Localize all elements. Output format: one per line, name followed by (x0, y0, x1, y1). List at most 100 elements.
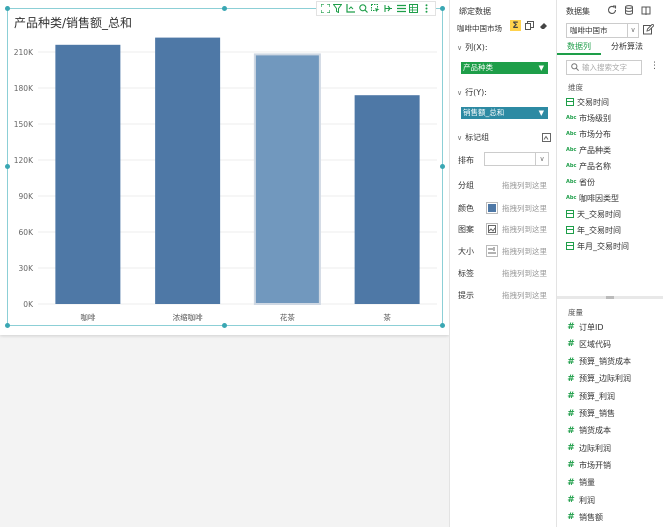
splitter-grip-icon[interactable] (606, 296, 614, 299)
x-tick-label: 浓缩咖啡 (173, 312, 203, 322)
measure-item[interactable]: # 市场开销 (566, 458, 611, 472)
binding-dataset-name: 咖啡中国市场 (457, 24, 502, 33)
pattern-icon[interactable] (486, 223, 498, 235)
mark-row[interactable]: 分组 拖拽列到这里 (458, 178, 550, 192)
number-type-icon: # (567, 391, 575, 402)
mark-drop-zone[interactable]: 拖拽列到这里 (502, 290, 547, 301)
rows-field-pill[interactable]: 销售额_总和 ▼ (461, 107, 548, 119)
measure-label: 预算_边际利润 (579, 374, 631, 384)
y-tick-label: 180K (14, 84, 34, 93)
columns-field-pill[interactable]: 产品种类 ▼ (461, 62, 548, 74)
measure-label: 预算_销售 (579, 409, 615, 418)
measure-item[interactable]: # 预算_利润 (566, 389, 615, 403)
copy-icon[interactable] (524, 20, 535, 31)
caret-down-icon: ▼ (538, 109, 544, 117)
measure-item[interactable]: # 边际利润 (566, 441, 611, 455)
number-type-icon: # (567, 322, 575, 332)
bar-2[interactable] (253, 53, 321, 306)
mark-row[interactable]: 标签 拖拽列到这里 (458, 266, 550, 280)
binding-icons: Σ (510, 20, 549, 31)
mark-row[interactable]: 图案 拖拽列到这里 (458, 222, 550, 236)
bar-0[interactable] (55, 44, 121, 305)
mark-label: 提示 (458, 290, 474, 300)
measure-label: 销货成本 (579, 426, 611, 436)
dimension-item[interactable]: Abc 产品种类 (566, 143, 611, 157)
measure-label: 市场开销 (579, 460, 611, 470)
color-swatch-icon[interactable] (486, 202, 498, 214)
number-type-icon: # (567, 373, 575, 384)
columns-section[interactable]: ∨ 列(X): (457, 42, 488, 53)
number-type-icon: # (567, 356, 575, 367)
tab-data-columns[interactable]: 数据列 (557, 41, 601, 55)
columns-field-label: 产品种类 (463, 63, 493, 72)
dimension-item[interactable]: 年月_交易时间 (566, 239, 629, 253)
mark-row[interactable]: 大小 拖拽列到这里 (458, 244, 550, 258)
bar-3[interactable] (354, 95, 420, 304)
book-icon[interactable] (640, 4, 651, 15)
dimension-item[interactable]: 年_交易时间 (566, 223, 621, 237)
bar-1[interactable] (155, 37, 221, 304)
chevron-down-icon: ∨ (457, 43, 463, 52)
search-input[interactable] (582, 63, 642, 72)
mark-drop-zone[interactable]: 拖拽列到这里 (502, 224, 547, 235)
measure-item[interactable]: # 利润 (566, 493, 595, 507)
number-type-icon: # (567, 339, 575, 350)
y-tick-label: 120K (14, 156, 34, 165)
binding-panel-title: 绑定数据 (459, 7, 491, 16)
chart-panel: 产品种类/销售额_总和 0K 30K 60K 90K 120K 150K 180K 210K 咖… (0, 0, 449, 335)
dimension-item[interactable]: Abc 产品名称 (566, 159, 611, 173)
text-type-icon: Abc (566, 115, 577, 121)
measure-item[interactable]: # 预算_边际利润 (566, 372, 631, 386)
dimension-label: 省份 (579, 177, 595, 187)
mark-row[interactable]: 颜色 拖拽列到这里 (458, 201, 550, 215)
x-tick-label: 茶 (383, 312, 391, 322)
marks-section[interactable]: ∨ 标记组 (457, 132, 489, 143)
dimension-item[interactable]: Abc 市场分布 (566, 127, 611, 141)
measure-item[interactable]: # 订单ID (566, 320, 604, 334)
sigma-icon[interactable]: Σ (510, 20, 521, 31)
tab-analysis-algorithms[interactable]: 分析算法 (601, 41, 653, 55)
measure-item[interactable]: # 预算_销售 (566, 407, 615, 421)
text-type-icon: Abc (566, 131, 577, 137)
text-type-icon: Abc (566, 195, 577, 201)
calendar-icon (566, 98, 574, 106)
mark-drop-zone[interactable]: 拖拽列到这里 (502, 246, 547, 257)
mark-label: 分组 (458, 180, 474, 190)
dataset-panel-title: 数据集 (566, 7, 590, 16)
eraser-icon[interactable] (538, 20, 549, 31)
y-tick-label: 90K (19, 192, 35, 201)
layout-row: 排布 (458, 155, 474, 166)
dimension-item[interactable]: 天_交易时间 (566, 207, 621, 221)
mark-row[interactable]: 提示 拖拽列到这里 (458, 288, 550, 302)
edit-icon[interactable] (643, 24, 654, 35)
dimension-item[interactable]: 交易时间 (566, 95, 609, 109)
database-icon[interactable] (623, 4, 634, 15)
mark-drop-zone[interactable]: 拖拽列到这里 (502, 180, 547, 191)
marks-settings-icon[interactable] (541, 132, 552, 143)
measure-item[interactable]: # 销售额 (566, 510, 603, 524)
measure-item[interactable]: # 预算_销货成本 (566, 355, 631, 369)
text-type-icon: Abc (566, 163, 577, 169)
number-type-icon: # (567, 408, 575, 419)
chevron-down-icon[interactable]: ∨ (627, 23, 639, 38)
layout-label: 排布 (458, 156, 474, 165)
refresh-icon[interactable] (606, 4, 617, 15)
number-type-icon: # (567, 512, 575, 523)
number-type-icon: # (567, 460, 575, 471)
measure-label: 销量 (579, 478, 595, 488)
rows-section[interactable]: ∨ 行(Y): (457, 87, 487, 98)
dimension-item[interactable]: Abc 省份 (566, 175, 595, 189)
calendar-icon (566, 226, 574, 234)
measure-item[interactable]: # 销量 (566, 476, 595, 490)
x-tick-label: 咖啡 (80, 312, 95, 322)
mark-drop-zone[interactable]: 拖拽列到这里 (502, 203, 547, 214)
measure-item[interactable]: # 区域代码 (566, 337, 611, 351)
more-vertical-icon[interactable]: ⋮ (650, 61, 659, 71)
layout-select[interactable]: ∨ (484, 152, 549, 166)
dimension-item[interactable]: Abc 咖啡因类型 (566, 191, 619, 205)
measure-item[interactable]: # 销货成本 (566, 424, 611, 438)
size-icon[interactable] (486, 245, 498, 257)
mark-drop-zone[interactable]: 拖拽列到这里 (502, 268, 547, 279)
measure-label: 订单ID (579, 322, 604, 332)
dimension-item[interactable]: Abc 市场级别 (566, 111, 611, 125)
